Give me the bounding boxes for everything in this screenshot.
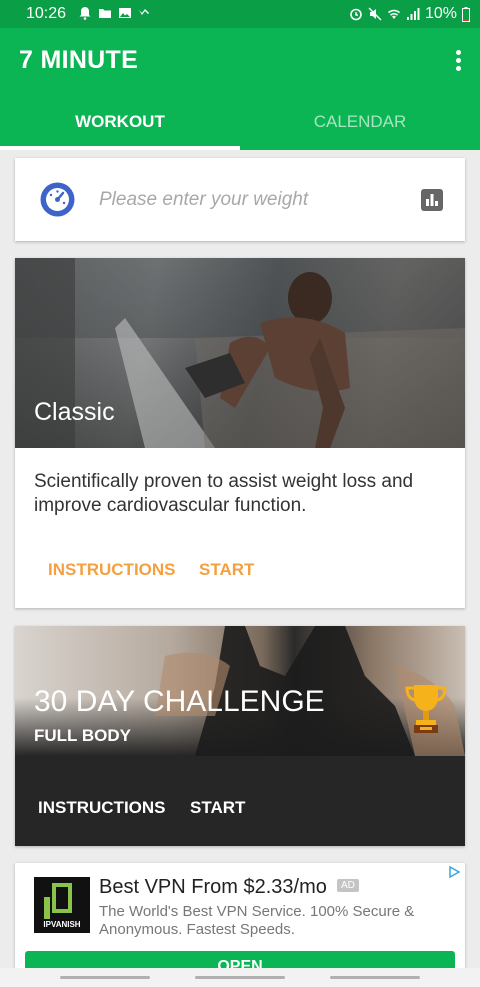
- mute-icon: [368, 7, 382, 21]
- ad-choices-icon[interactable]: [447, 865, 461, 879]
- navigation-bar: [0, 968, 480, 987]
- app-bar: 7 MINUTE WORKOUT CALENDAR: [0, 28, 480, 150]
- tab-calendar[interactable]: CALENDAR: [240, 112, 480, 132]
- wifi-icon: [387, 9, 400, 19]
- challenge-card: 30 DAY CHALLENGE FULL BODY INSTRUCTIONS …: [15, 626, 465, 846]
- gallery-icon: [119, 8, 131, 18]
- nav-home-button[interactable]: [195, 976, 285, 979]
- ad-logo-text: IPVANISH: [43, 920, 80, 929]
- weight-input[interactable]: Please enter your weight: [99, 189, 308, 211]
- status-bar: 10:26 10%: [0, 0, 480, 28]
- ad-title[interactable]: Best VPN From $2.33/mo: [99, 876, 327, 899]
- classic-start-button[interactable]: START: [199, 560, 254, 580]
- scale-icon: [40, 182, 75, 217]
- app-title: 7 MINUTE: [19, 46, 139, 74]
- wifi-off-icon: [139, 9, 149, 15]
- signal-icon: [406, 8, 420, 20]
- ad-logo: IPVANISH: [34, 877, 90, 933]
- bar-chart-icon[interactable]: [421, 189, 443, 211]
- challenge-start-button[interactable]: START: [190, 798, 245, 818]
- tab-indicator: [0, 146, 240, 150]
- challenge-subtitle: FULL BODY: [34, 726, 131, 745]
- weight-card[interactable]: Please enter your weight: [15, 158, 465, 241]
- ad-description: The World's Best VPN Service. 100% Secur…: [99, 903, 415, 938]
- overflow-menu-icon[interactable]: [454, 50, 462, 72]
- ad-card[interactable]: IPVANISH Best VPN From $2.33/mo AD The W…: [15, 863, 465, 973]
- classic-title: Classic: [34, 398, 115, 426]
- classic-instructions-button[interactable]: INSTRUCTIONS: [48, 560, 176, 580]
- tab-workout[interactable]: WORKOUT: [0, 112, 240, 132]
- ad-badge: AD: [337, 879, 359, 892]
- classic-workout-card: Classic Scientifically proven to assist …: [15, 258, 465, 608]
- alarm-icon: [350, 8, 362, 21]
- challenge-instructions-button[interactable]: INSTRUCTIONS: [38, 798, 166, 818]
- nav-recent-button[interactable]: [60, 976, 150, 979]
- battery-percent: 10%: [424, 5, 457, 22]
- challenge-title: 30 DAY CHALLENGE: [34, 685, 325, 718]
- trophy-icon: [405, 685, 447, 733]
- notification-bell-icon: [79, 7, 91, 20]
- status-time: 10:26: [26, 5, 67, 22]
- nav-back-button[interactable]: [330, 976, 420, 979]
- folder-icon: [99, 9, 111, 18]
- battery-icon: [462, 6, 470, 22]
- classic-description: Scientifically proven to assist weight l…: [34, 471, 414, 516]
